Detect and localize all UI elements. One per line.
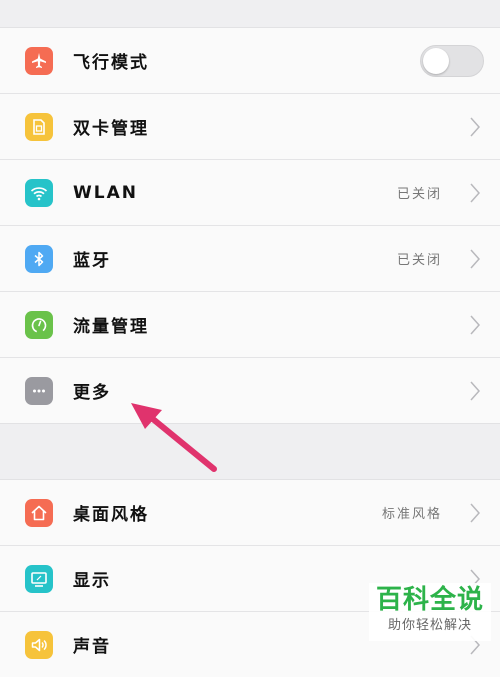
desktop-style-value: 标准风格 (381, 507, 442, 522)
bluetooth-label: 蓝牙 (73, 251, 111, 271)
airplane-mode-label: 飞行模式 (73, 53, 149, 73)
display-label: 显示 (73, 571, 111, 591)
row-wlan[interactable]: WLAN 已关闭 (0, 160, 500, 226)
chevron-right-icon (470, 315, 480, 334)
airplane-icon (25, 46, 53, 75)
wifi-icon (25, 178, 53, 207)
watermark-title: 百科全说 (375, 585, 484, 615)
sim-card-icon (25, 112, 53, 141)
row-bluetooth[interactable]: 蓝牙 已关闭 (0, 226, 500, 292)
section-spacer (0, 423, 500, 480)
dual-sim-label: 双卡管理 (73, 119, 149, 139)
row-dual-sim[interactable]: 双卡管理 (0, 94, 500, 160)
row-airplane-mode[interactable]: 飞行模式 (0, 28, 500, 94)
row-more[interactable]: 更多 (0, 358, 500, 423)
watermark-subtitle: 助你轻松解决 (387, 618, 472, 633)
airplane-mode-toggle[interactable] (420, 44, 484, 77)
chevron-right-icon (470, 381, 480, 400)
desktop-style-label: 桌面风格 (73, 505, 149, 525)
display-icon (25, 564, 53, 593)
data-usage-label: 流量管理 (73, 317, 149, 337)
chevron-right-icon (470, 249, 480, 268)
bluetooth-status: 已关闭 (396, 253, 442, 268)
wlan-label: WLAN (73, 182, 138, 203)
sound-label: 声音 (73, 637, 111, 657)
toggle-knob (423, 47, 449, 74)
row-desktop-style[interactable]: 桌面风格 标准风格 (0, 480, 500, 546)
wlan-status: 已关闭 (396, 187, 442, 202)
watermark-logo: 百科全说 助你轻松解决 (369, 583, 491, 641)
sound-icon (25, 630, 53, 659)
settings-group-personalization: 桌面风格 标准风格 显示 声音 (0, 480, 500, 677)
more-label: 更多 (73, 383, 111, 403)
home-icon (25, 498, 53, 527)
chevron-right-icon (470, 117, 480, 136)
chevron-right-icon (470, 503, 480, 522)
data-usage-icon (25, 310, 53, 339)
bluetooth-icon (25, 244, 53, 273)
more-icon (25, 376, 53, 405)
row-data-usage[interactable]: 流量管理 (0, 292, 500, 358)
chevron-right-icon (470, 183, 480, 202)
settings-group-connectivity: 飞行模式 双卡管理 WLAN 已关闭 蓝牙 已关闭 流量管理 更多 (0, 28, 500, 423)
top-spacer (0, 0, 500, 28)
